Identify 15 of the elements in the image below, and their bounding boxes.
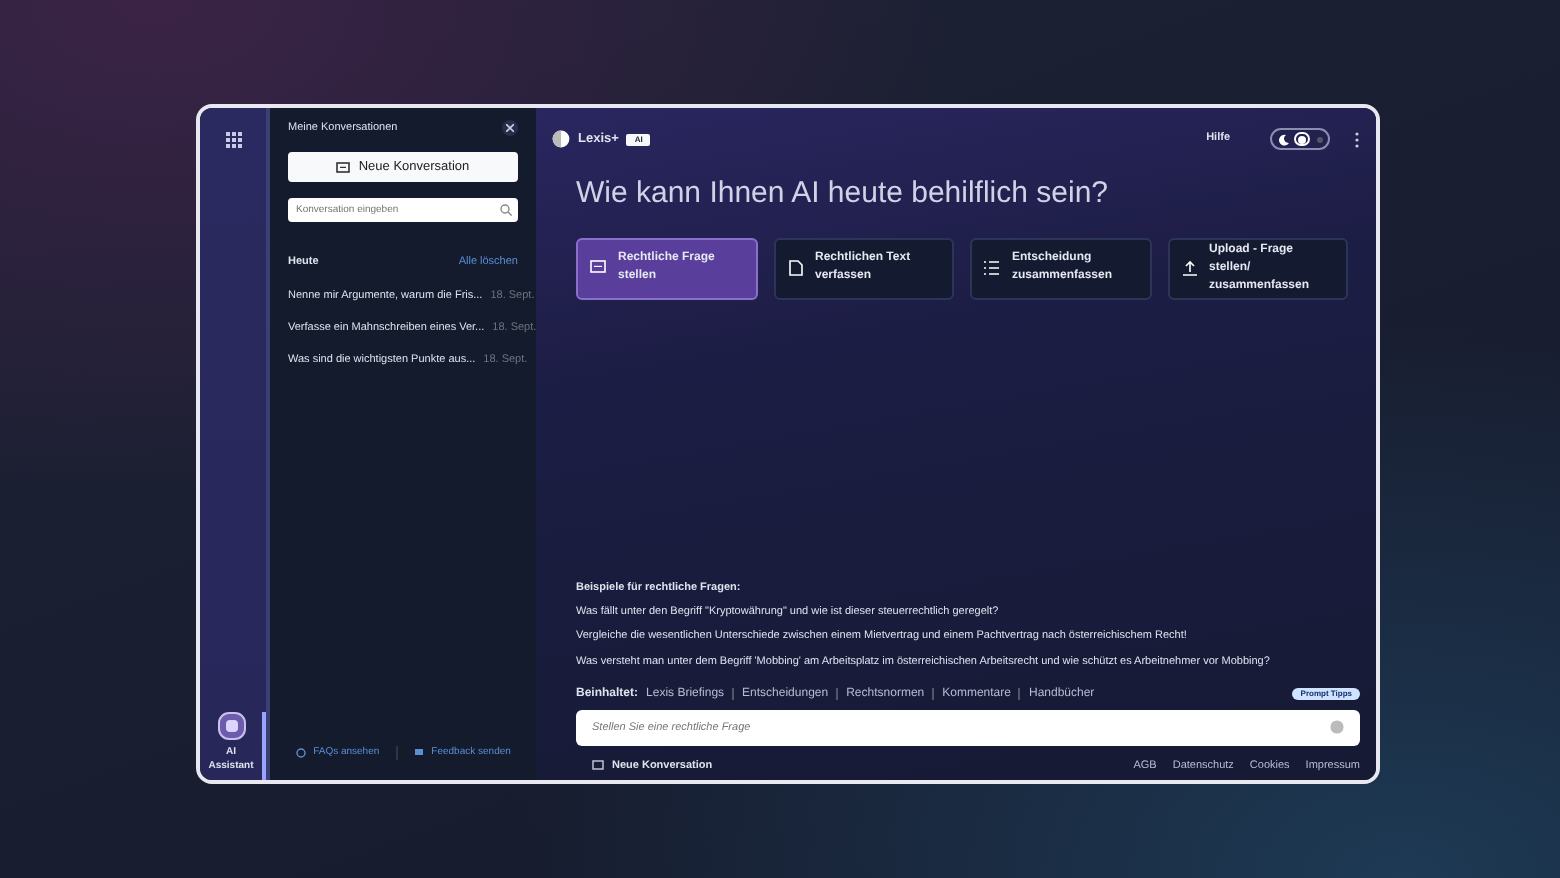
page-heading: Wie kann Ihnen AI heute behilflich sein?: [576, 174, 1111, 214]
more-icon[interactable]: [1354, 131, 1360, 147]
list-icon: [984, 260, 1000, 276]
upload-icon: [1181, 260, 1197, 276]
document-icon: [787, 260, 803, 276]
apps-grid-icon[interactable]: [225, 132, 241, 148]
close-icon: [506, 124, 514, 133]
close-button[interactable]: [502, 120, 518, 137]
assistant-icon: [217, 712, 245, 740]
chat-icon: [336, 161, 351, 174]
theme-toggle[interactable]: [1270, 128, 1330, 150]
logo-icon: [552, 130, 570, 148]
moon-icon: [1278, 133, 1290, 145]
chat-icon: [592, 760, 604, 771]
search-icon: [500, 204, 512, 217]
